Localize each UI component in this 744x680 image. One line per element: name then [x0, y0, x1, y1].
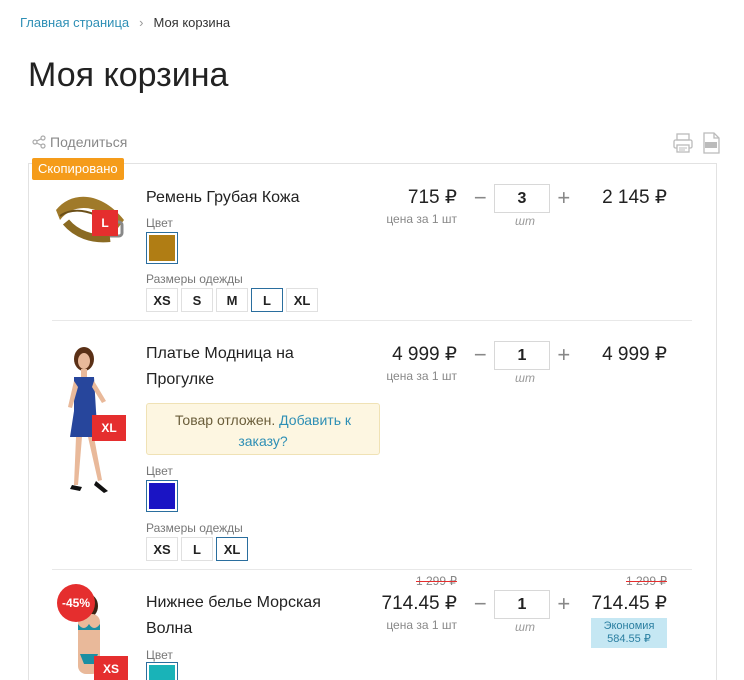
- product-image[interactable]: L: [52, 180, 132, 260]
- share-button[interactable]: Поделиться: [32, 134, 127, 150]
- size-option-s[interactable]: S: [181, 288, 213, 312]
- divider: [52, 320, 692, 321]
- product-name[interactable]: Нижнее белье Морская Волна: [146, 590, 346, 642]
- size-selector: XS S M L XL: [146, 288, 318, 312]
- quantity-unit: шт: [515, 620, 535, 634]
- sizes-label: Размеры одежды: [146, 521, 243, 535]
- decrease-button[interactable]: −: [467, 591, 494, 617]
- savings-badge: Экономия 584.55 ₽: [591, 618, 667, 648]
- unit-price-note: цена за 1 шт: [386, 618, 457, 632]
- savings-label: Экономия: [603, 620, 655, 632]
- breadcrumb-current: Моя корзина: [153, 15, 231, 30]
- color-swatch[interactable]: [146, 480, 178, 512]
- unit-price: 4 999 ₽: [392, 344, 457, 365]
- divider: [52, 569, 692, 570]
- deferred-notice: Товар отложен. Добавить к заказу?: [146, 403, 380, 455]
- size-option-xl[interactable]: XL: [286, 288, 318, 312]
- size-tag: XS: [94, 656, 128, 680]
- print-icon[interactable]: [672, 132, 694, 154]
- size-option-l[interactable]: L: [251, 288, 283, 312]
- decrease-button[interactable]: −: [467, 185, 494, 211]
- cart-item-dress: XL Платье Модница на Прогулке 4 999 ₽ це…: [52, 333, 692, 565]
- size-tag: XL: [92, 415, 126, 441]
- savings-value: 584.55 ₽: [607, 633, 651, 645]
- toolbar: [672, 132, 720, 154]
- page-title: Моя корзина: [28, 56, 229, 94]
- unit-price-note: цена за 1 шт: [386, 369, 457, 383]
- size-option-xl[interactable]: XL: [216, 537, 248, 561]
- quantity-input[interactable]: 3: [493, 183, 551, 213]
- color-label: Цвет: [146, 464, 173, 478]
- line-total: 2 145 ₽: [602, 187, 667, 208]
- size-tag: L: [92, 210, 118, 236]
- unit-price: 714.45 ₽: [381, 593, 457, 614]
- old-unit-price: 1 299 ₽: [416, 574, 457, 588]
- quantity-unit: шт: [515, 214, 535, 228]
- size-selector: XS L XL: [146, 537, 248, 561]
- product-name[interactable]: Ремень Грубая Кожа: [146, 185, 346, 211]
- size-option-m[interactable]: M: [216, 288, 248, 312]
- share-icon: [32, 135, 46, 149]
- line-total: 4 999 ₽: [602, 344, 667, 365]
- cart-item-lingerie: -45% XS Нижнее белье Морская Волна 1 299…: [52, 574, 692, 680]
- product-name[interactable]: Платье Модница на Прогулке: [146, 341, 326, 393]
- old-line-total: 1 299 ₽: [626, 574, 667, 588]
- color-label: Цвет: [146, 216, 173, 230]
- line-total: 714.45 ₽: [591, 593, 667, 614]
- unit-price: 715 ₽: [407, 187, 457, 208]
- sizes-label: Размеры одежды: [146, 272, 243, 286]
- product-image[interactable]: -45% XS: [52, 584, 132, 680]
- size-option-xs[interactable]: XS: [146, 288, 178, 312]
- breadcrumb-home-link[interactable]: Главная страница: [20, 15, 129, 30]
- quantity-input[interactable]: 1: [493, 589, 551, 619]
- unit-price-note: цена за 1 шт: [386, 212, 457, 226]
- size-option-l[interactable]: L: [181, 537, 213, 561]
- color-swatch[interactable]: [146, 232, 178, 264]
- deferred-text: Товар отложен.: [174, 412, 276, 428]
- share-label: Поделиться: [50, 134, 128, 150]
- breadcrumb: Главная страница › Моя корзина: [20, 15, 230, 30]
- quantity-input[interactable]: 1: [493, 340, 551, 370]
- color-label: Цвет: [146, 648, 173, 662]
- decrease-button[interactable]: −: [467, 342, 494, 368]
- quantity-unit: шт: [515, 371, 535, 385]
- breadcrumb-separator: ›: [139, 15, 144, 30]
- discount-badge: -45%: [57, 584, 95, 622]
- pdf-icon[interactable]: [702, 132, 720, 154]
- cart-item-belt: L Ремень Грубая Кожа 715 ₽ цена за 1 шт …: [52, 176, 692, 316]
- color-swatch[interactable]: [146, 662, 178, 680]
- size-option-xs[interactable]: XS: [146, 537, 178, 561]
- product-image[interactable]: XL: [52, 341, 132, 501]
